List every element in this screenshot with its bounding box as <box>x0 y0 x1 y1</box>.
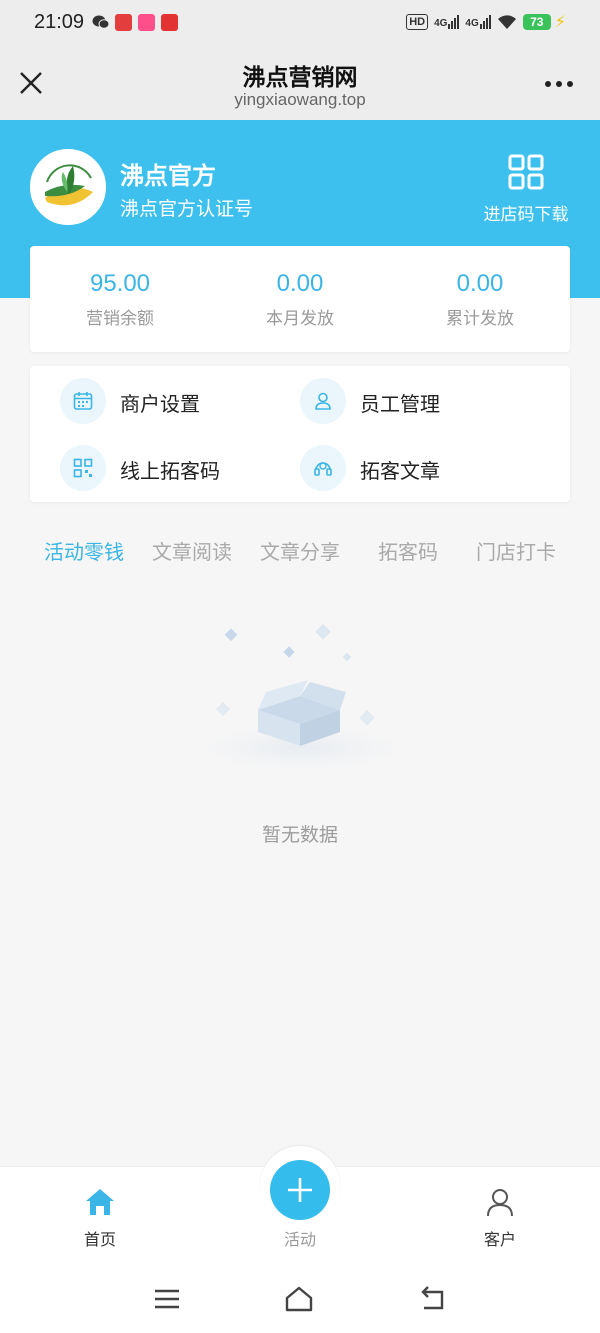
qr-download-label: 进店码下载 <box>483 205 569 225</box>
org-subtitle: 沸点官方认证号 <box>120 198 254 220</box>
tab-article-share[interactable]: 文章分享 <box>246 536 354 565</box>
stat-balance[interactable]: 95.00 营销余额 <box>30 270 210 329</box>
tab-activity-change[interactable]: 活动零钱 <box>30 536 138 565</box>
tab-qrcode[interactable]: 拓客码 <box>354 536 462 565</box>
nav-activity[interactable]: 活动 <box>260 1186 340 1250</box>
tab-bar: 活动零钱 文章阅读 文章分享 拓客码 门店打卡 <box>0 530 600 570</box>
stat-label: 营销余额 <box>86 309 154 329</box>
app-icon-pink <box>138 14 155 31</box>
home-icon <box>86 1189 114 1215</box>
battery-icon: 73 <box>522 13 551 30</box>
empty-box-icon <box>201 623 401 770</box>
network-type-label-2: 4G <box>465 17 479 29</box>
qrcode-icon <box>60 445 106 491</box>
function-label: 线上拓客码 <box>120 459 220 483</box>
empty-state-text: 暂无数据 <box>261 824 338 846</box>
app-icon-dotted <box>161 14 178 31</box>
menu-icon[interactable] <box>152 1284 182 1314</box>
tab-article-read[interactable]: 文章阅读 <box>138 536 246 565</box>
stat-monthly[interactable]: 0.00 本月发放 <box>210 270 390 329</box>
status-bar: 21:09 HD 4G 4G 73 ⚡ <box>0 0 600 46</box>
nav-home[interactable]: 首页 <box>60 1186 140 1250</box>
stat-value: 0.00 <box>276 270 324 297</box>
staff-management-button[interactable]: 员工管理 <box>300 378 520 428</box>
signal-icon-2: 4G <box>465 14 491 29</box>
user-icon <box>300 378 346 424</box>
function-grid: 商户设置 员工管理 线上拓客码 拓客文章 <box>30 366 570 502</box>
title-bar: 沸点营销网 yingxiaowang.top <box>0 46 600 120</box>
home-nav-icon[interactable] <box>284 1284 314 1314</box>
notification-icons <box>92 14 178 31</box>
hd-badge: HD <box>406 13 429 30</box>
logo-icon <box>33 152 103 222</box>
wifi-icon <box>497 14 516 29</box>
stat-value: 95.00 <box>89 270 151 297</box>
tab-store-checkin[interactable]: 门店打卡 <box>462 536 570 565</box>
qrcode-icon <box>508 154 544 190</box>
wechat-icon <box>92 14 110 31</box>
merchant-settings-button[interactable]: 商户设置 <box>60 378 280 428</box>
user-icon <box>487 1189 513 1217</box>
stat-total[interactable]: 0.00 累计发放 <box>390 270 570 329</box>
nav-activity-label: 活动 <box>283 1230 316 1249</box>
calendar-icon <box>60 378 106 424</box>
status-time: 21:09 <box>34 11 85 33</box>
app-icon-red <box>115 14 132 31</box>
back-icon[interactable] <box>418 1284 448 1314</box>
nav-customer[interactable]: 客户 <box>460 1186 540 1250</box>
article-button[interactable]: 拓客文章 <box>300 445 520 495</box>
stat-value: 0.00 <box>456 270 504 297</box>
function-label: 员工管理 <box>360 392 440 416</box>
function-label: 拓客文章 <box>360 459 440 483</box>
page-url: yingxiaowang.top <box>234 90 366 109</box>
page-title: 沸点营销网 <box>242 65 358 91</box>
nav-customer-label: 客户 <box>483 1230 516 1249</box>
headset-icon <box>300 445 346 491</box>
charging-icon: ⚡ <box>554 12 566 31</box>
more-icon[interactable] <box>544 80 574 88</box>
system-nav-bar <box>0 1262 600 1333</box>
org-name: 沸点官方 <box>120 162 216 190</box>
stats-card: 95.00 营销余额 0.00 本月发放 0.00 累计发放 <box>30 246 570 352</box>
signal-icon: 4G <box>434 14 460 29</box>
qr-download-button[interactable]: 进店码下载 <box>478 154 574 225</box>
status-indicators: HD 4G 4G 73 ⚡ <box>406 12 566 31</box>
stat-label: 本月发放 <box>266 309 334 329</box>
nav-home-label: 首页 <box>83 1230 116 1249</box>
function-label: 商户设置 <box>120 392 200 416</box>
network-type-label: 4G <box>434 17 448 29</box>
avatar <box>30 149 106 225</box>
online-qrcode-button[interactable]: 线上拓客码 <box>60 445 280 495</box>
stat-label: 累计发放 <box>446 309 514 329</box>
